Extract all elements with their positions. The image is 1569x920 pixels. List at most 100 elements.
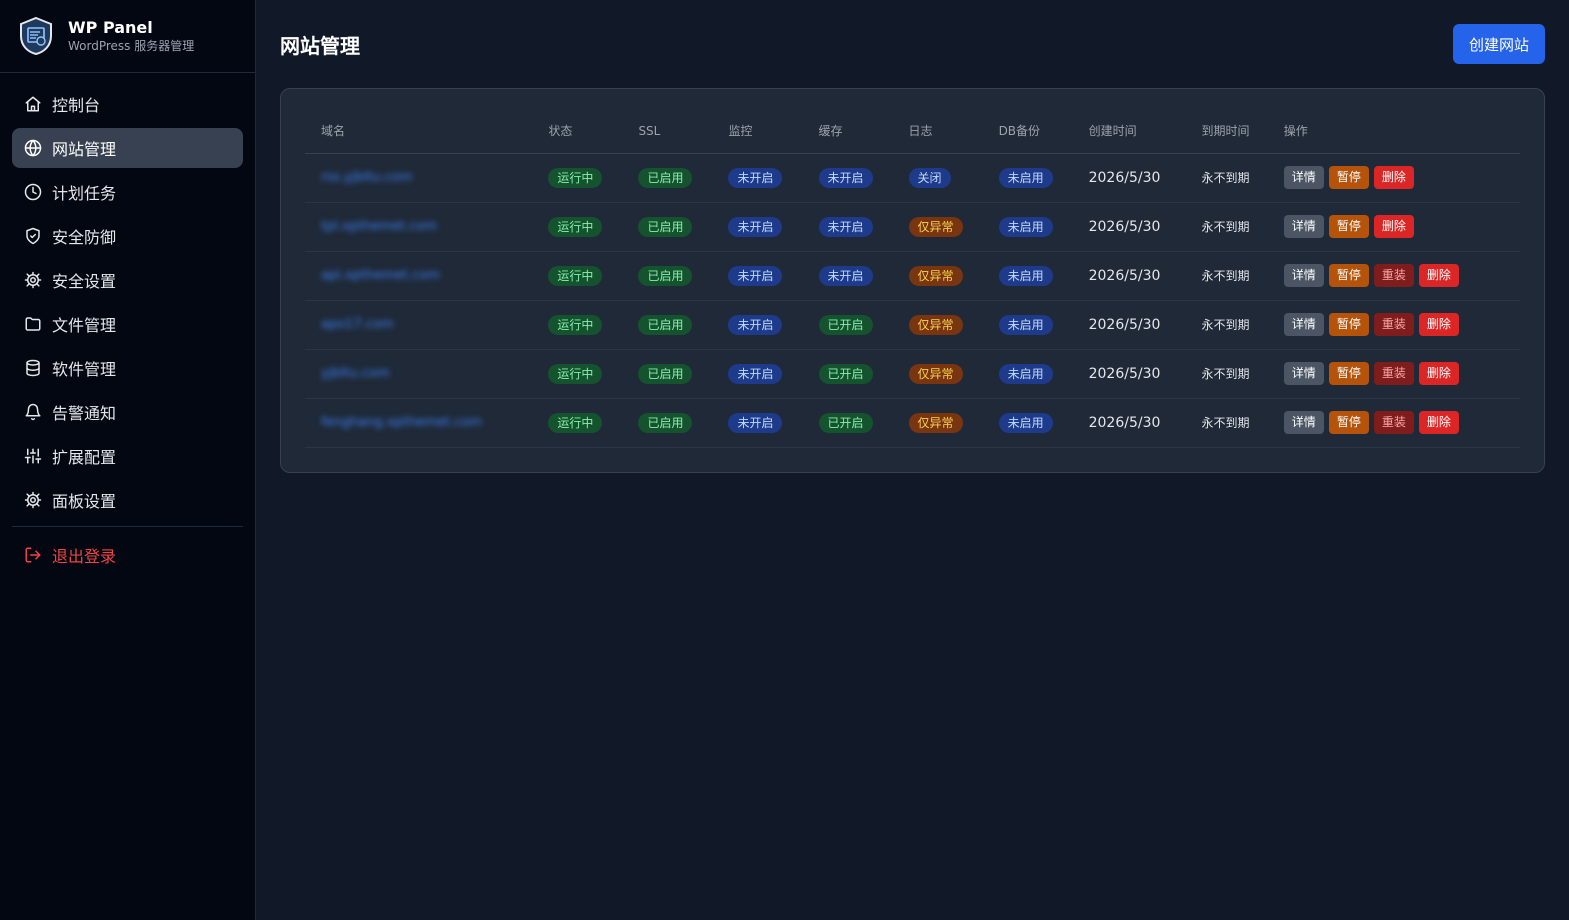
column-header: 状态 (532, 109, 623, 154)
db-cell: 未启用 (982, 398, 1073, 448)
monitor-cell: 未开启 (712, 251, 803, 301)
brand-title: WP Panel (68, 18, 153, 37)
actions-cell: 详情 暂停 重装 删除 (1267, 300, 1520, 350)
sidebar-item-6[interactable]: 软件管理 (12, 348, 243, 388)
sidebar-item-0[interactable]: 控制台 (12, 84, 243, 124)
pause-button[interactable]: 暂停 (1328, 362, 1369, 385)
domain-link[interactable]: apo17.com (321, 317, 394, 332)
domain-link[interactable]: yjbltu.com (321, 366, 389, 381)
detail-button[interactable]: 详情 (1283, 264, 1324, 287)
status-cell: 运行中 (532, 300, 623, 350)
created-cell: 2026/5/30 (1072, 251, 1186, 301)
detail-button[interactable]: 详情 (1283, 362, 1324, 385)
actions-cell: 详情 暂停 删除 (1267, 202, 1520, 252)
log-cell: 仅异常 (892, 251, 983, 301)
monitor-cell: 未开启 (712, 300, 803, 350)
sidebar-item-9[interactable]: 面板设置 (12, 480, 243, 520)
column-header: 域名 (305, 109, 533, 154)
sidebar-item-label: 软件管理 (52, 360, 117, 379)
domain-link[interactable]: tpl.xpthemet.com (321, 219, 437, 234)
ssl-badge: 已启用 (638, 167, 693, 188)
sidebar-item-7[interactable]: 告警通知 (12, 392, 243, 432)
sidebar-item-1[interactable]: 网站管理 (12, 128, 243, 168)
reinstall-button[interactable]: 重装 (1373, 313, 1414, 336)
detail-button[interactable]: 详情 (1283, 166, 1324, 189)
expire-cell: 永不到期 (1185, 398, 1268, 448)
column-header: 到期时间 (1185, 109, 1268, 154)
ssl-cell: 已启用 (622, 300, 713, 350)
db-cell: 未启用 (982, 300, 1073, 350)
domain-cell: rss.yjbltu.com (305, 153, 533, 203)
delete-button[interactable]: 删除 (1373, 215, 1414, 238)
cache-badge: 未开启 (818, 216, 873, 237)
domain-link[interactable]: fenghang.xpthemet.com (321, 415, 482, 430)
detail-button[interactable]: 详情 (1283, 215, 1324, 238)
ssl-cell: 已启用 (622, 398, 713, 448)
bell-icon (24, 403, 42, 421)
pause-button[interactable]: 暂停 (1328, 215, 1369, 238)
created-date: 2026/5/30 (1088, 169, 1161, 186)
create-site-button[interactable]: 创建网站 (1452, 24, 1545, 64)
monitor-badge: 未开启 (728, 167, 783, 188)
sidebar-item-label: 计划任务 (52, 184, 117, 203)
folder-icon (24, 315, 42, 333)
sidebar: WP Panel WordPress 服务器管理 控制台 网站管理 计划任务 安全防御… (0, 0, 256, 920)
created-cell: 2026/5/30 (1072, 202, 1186, 252)
reinstall-button[interactable]: 重装 (1373, 362, 1414, 385)
db-backup-badge: 未启用 (998, 167, 1053, 188)
detail-button[interactable]: 详情 (1283, 313, 1324, 336)
pause-button[interactable]: 暂停 (1328, 411, 1369, 434)
domain-cell: api.xpthemet.com (305, 251, 533, 301)
db-backup-badge: 未启用 (998, 314, 1053, 335)
domain-link[interactable]: api.xpthemet.com (321, 268, 440, 283)
cache-cell: 未开启 (802, 251, 893, 301)
table-row: apo17.com 运行中 已启用 未开启 已开启 仅异常 未启用 2026/5/30 永不到期… (305, 300, 1520, 350)
created-cell: 2026/5/30 (1072, 349, 1186, 399)
table-body: rss.yjbltu.com 运行中 已启用 未开启 未开启 关闭 未启用 2026/5/30… (305, 153, 1520, 448)
sidebar-item-5[interactable]: 文件管理 (12, 304, 243, 344)
monitor-cell: 未开启 (712, 153, 803, 203)
expire-cell: 永不到期 (1185, 202, 1268, 252)
domain-link[interactable]: rss.yjbltu.com (321, 170, 412, 185)
db-backup-badge: 未启用 (998, 265, 1053, 286)
actions-cell: 详情 暂停 删除 (1267, 153, 1520, 203)
shield-logo-icon (18, 16, 54, 56)
logout-label: 退出登录 (52, 547, 117, 566)
sidebar-item-2[interactable]: 计划任务 (12, 172, 243, 212)
gear-icon (24, 271, 42, 289)
sidebar-item-8[interactable]: 扩展配置 (12, 436, 243, 476)
row-actions: 详情 暂停 删除 (1283, 166, 1419, 189)
status-badge: 运行中 (548, 412, 603, 433)
logout-icon (24, 546, 42, 564)
status-cell: 运行中 (532, 398, 623, 448)
delete-button[interactable]: 删除 (1418, 313, 1459, 336)
sidebar-item-3[interactable]: 安全防御 (12, 216, 243, 256)
sidebar-item-label: 告警通知 (52, 404, 117, 423)
monitor-badge: 未开启 (728, 265, 783, 286)
db-cell: 未启用 (982, 202, 1073, 252)
reinstall-button[interactable]: 重装 (1373, 411, 1414, 434)
cache-cell: 已开启 (802, 398, 893, 448)
delete-button[interactable]: 删除 (1418, 362, 1459, 385)
delete-button[interactable]: 删除 (1418, 411, 1459, 434)
expire-date: 永不到期 (1201, 318, 1250, 332)
sidebar-item-4[interactable]: 安全设置 (12, 260, 243, 300)
delete-button[interactable]: 删除 (1418, 264, 1459, 287)
status-badge: 运行中 (548, 265, 603, 286)
expire-date: 永不到期 (1201, 416, 1250, 430)
shield-check-icon (24, 227, 42, 245)
expire-cell: 永不到期 (1185, 251, 1268, 301)
db-backup-badge: 未启用 (998, 216, 1053, 237)
pause-button[interactable]: 暂停 (1328, 313, 1369, 336)
ssl-cell: 已启用 (622, 349, 713, 399)
status-cell: 运行中 (532, 153, 623, 203)
detail-button[interactable]: 详情 (1283, 411, 1324, 434)
logout-button[interactable]: 退出登录 (12, 535, 243, 575)
reinstall-button[interactable]: 重装 (1373, 264, 1414, 287)
pause-button[interactable]: 暂停 (1328, 264, 1369, 287)
row-actions: 详情 暂停 重装 删除 (1283, 362, 1464, 385)
pause-button[interactable]: 暂停 (1328, 166, 1369, 189)
monitor-cell: 未开启 (712, 202, 803, 252)
created-cell: 2026/5/30 (1072, 300, 1186, 350)
delete-button[interactable]: 删除 (1373, 166, 1414, 189)
